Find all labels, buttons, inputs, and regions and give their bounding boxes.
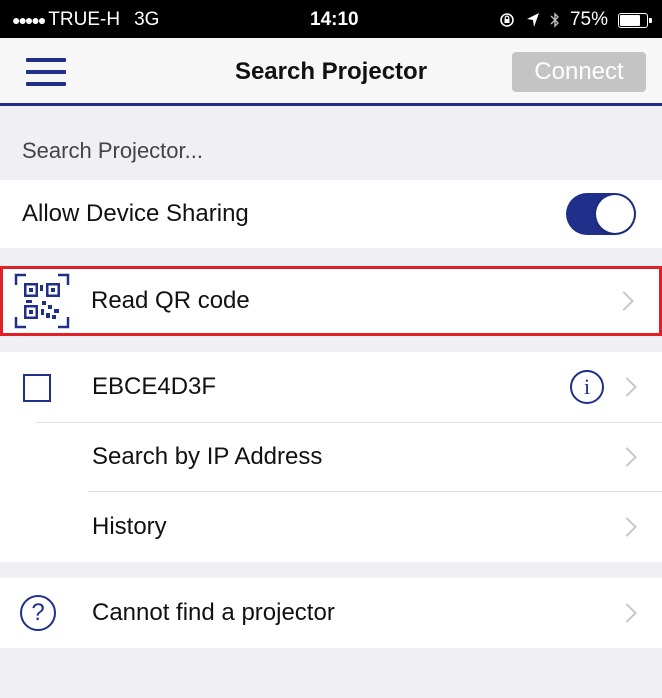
signal-strength-icon: ●●●●● (12, 12, 46, 28)
projector-row[interactable]: EBCE4D3F i (0, 352, 662, 422)
hamburger-menu-icon[interactable] (26, 58, 66, 86)
qr-code-icon (14, 273, 70, 329)
status-bar: ●●●●● TRUE-H 3G 14:10 75% (0, 0, 662, 38)
connect-button[interactable]: Connect (512, 52, 646, 92)
battery-fill (620, 14, 640, 26)
info-icon[interactable]: i (570, 370, 604, 404)
menu-line (26, 82, 66, 86)
battery-percent: 75% (569, 9, 608, 30)
read-qr-code-row[interactable]: Read QR code (0, 266, 662, 336)
menu-line (26, 70, 66, 74)
projector-checkbox[interactable] (23, 374, 51, 402)
read-qr-code-label: Read QR code (91, 287, 250, 314)
bluetooth-icon (550, 12, 559, 28)
carrier-info: ●●●●● TRUE-H 3G (12, 9, 159, 31)
carrier-name: TRUE-H (48, 9, 121, 30)
section-header: Search Projector... (22, 138, 203, 163)
chevron-right-icon (617, 603, 637, 623)
rotation-lock-icon (500, 13, 514, 27)
toggle-knob (596, 195, 634, 233)
device-sharing-toggle[interactable] (566, 193, 636, 235)
menu-line (26, 58, 66, 62)
battery-icon (618, 12, 652, 28)
chevron-right-icon (617, 377, 637, 397)
network-type: 3G (134, 9, 160, 30)
cannot-find-projector-row[interactable]: ? Cannot find a projector (0, 578, 662, 648)
chevron-right-icon (614, 291, 634, 311)
chevron-right-icon (617, 447, 637, 467)
history-row[interactable]: History (0, 492, 662, 562)
status-right-group: 75% (498, 9, 652, 31)
navigation-bar: Search Projector Connect (0, 38, 662, 106)
status-time: 14:10 (310, 9, 359, 30)
search-by-ip-row[interactable]: Search by IP Address (0, 423, 662, 491)
history-label: History (92, 513, 167, 540)
cannot-find-projector-label: Cannot find a projector (92, 599, 335, 626)
chevron-right-icon (617, 517, 637, 537)
help-icon: ? (20, 595, 56, 631)
location-icon (526, 13, 539, 27)
device-sharing-label: Allow Device Sharing (22, 200, 249, 227)
projector-name: EBCE4D3F (92, 373, 217, 400)
search-by-ip-label: Search by IP Address (92, 443, 323, 470)
device-sharing-row: Allow Device Sharing (0, 180, 662, 248)
